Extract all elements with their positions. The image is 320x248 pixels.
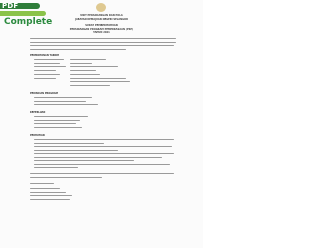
text-line xyxy=(30,173,174,175)
text-line xyxy=(34,100,86,102)
text-line xyxy=(70,62,92,64)
header-line-2: JABATAN KEMAJUAN NEGERI SELANGOR xyxy=(75,17,128,21)
text-line xyxy=(34,160,134,162)
text-line xyxy=(34,73,60,75)
text-line xyxy=(34,97,92,99)
text-line xyxy=(70,73,100,75)
text-line xyxy=(34,119,80,121)
text-line xyxy=(34,139,174,141)
text-line xyxy=(30,176,102,178)
document-page: PDF Complete UNIT PERANCANGAN DAN POLA J… xyxy=(0,0,203,248)
text-line xyxy=(34,77,56,79)
text-line xyxy=(30,41,176,43)
text-line xyxy=(34,104,98,106)
text-line xyxy=(70,70,96,72)
text-line xyxy=(30,188,60,190)
text-line xyxy=(34,62,60,64)
text-line xyxy=(34,149,118,151)
text-line xyxy=(34,116,88,118)
section-heading-2: PERINCIAN PROGRAM xyxy=(30,92,58,95)
text-line xyxy=(34,153,174,155)
text-line xyxy=(30,183,54,185)
text-line xyxy=(30,48,126,50)
text-line xyxy=(70,77,126,79)
logo-text-top: PDF xyxy=(2,2,19,10)
section-heading-4: PERHATIAN xyxy=(30,134,45,137)
text-line xyxy=(34,70,56,72)
text-line xyxy=(30,198,70,200)
text-line xyxy=(34,163,170,165)
text-line xyxy=(34,146,172,148)
text-line xyxy=(34,156,162,158)
text-line xyxy=(34,123,76,125)
text-line xyxy=(30,195,72,197)
text-line xyxy=(34,167,78,169)
text-line xyxy=(70,84,110,86)
text-line xyxy=(70,59,106,61)
text-line xyxy=(30,191,66,193)
text-line xyxy=(70,81,130,83)
text-line xyxy=(70,66,118,68)
text-line xyxy=(34,142,104,144)
section-heading-1: PERMOHONAN TARIKH xyxy=(30,54,60,57)
section-heading-3: KEPERLUAN xyxy=(30,111,46,114)
text-line xyxy=(34,126,82,128)
header-line-5: TAHUN 2021 xyxy=(93,31,110,34)
text-line xyxy=(34,59,64,61)
text-line xyxy=(30,45,174,47)
text-line xyxy=(34,66,66,68)
crest-icon xyxy=(96,3,106,12)
